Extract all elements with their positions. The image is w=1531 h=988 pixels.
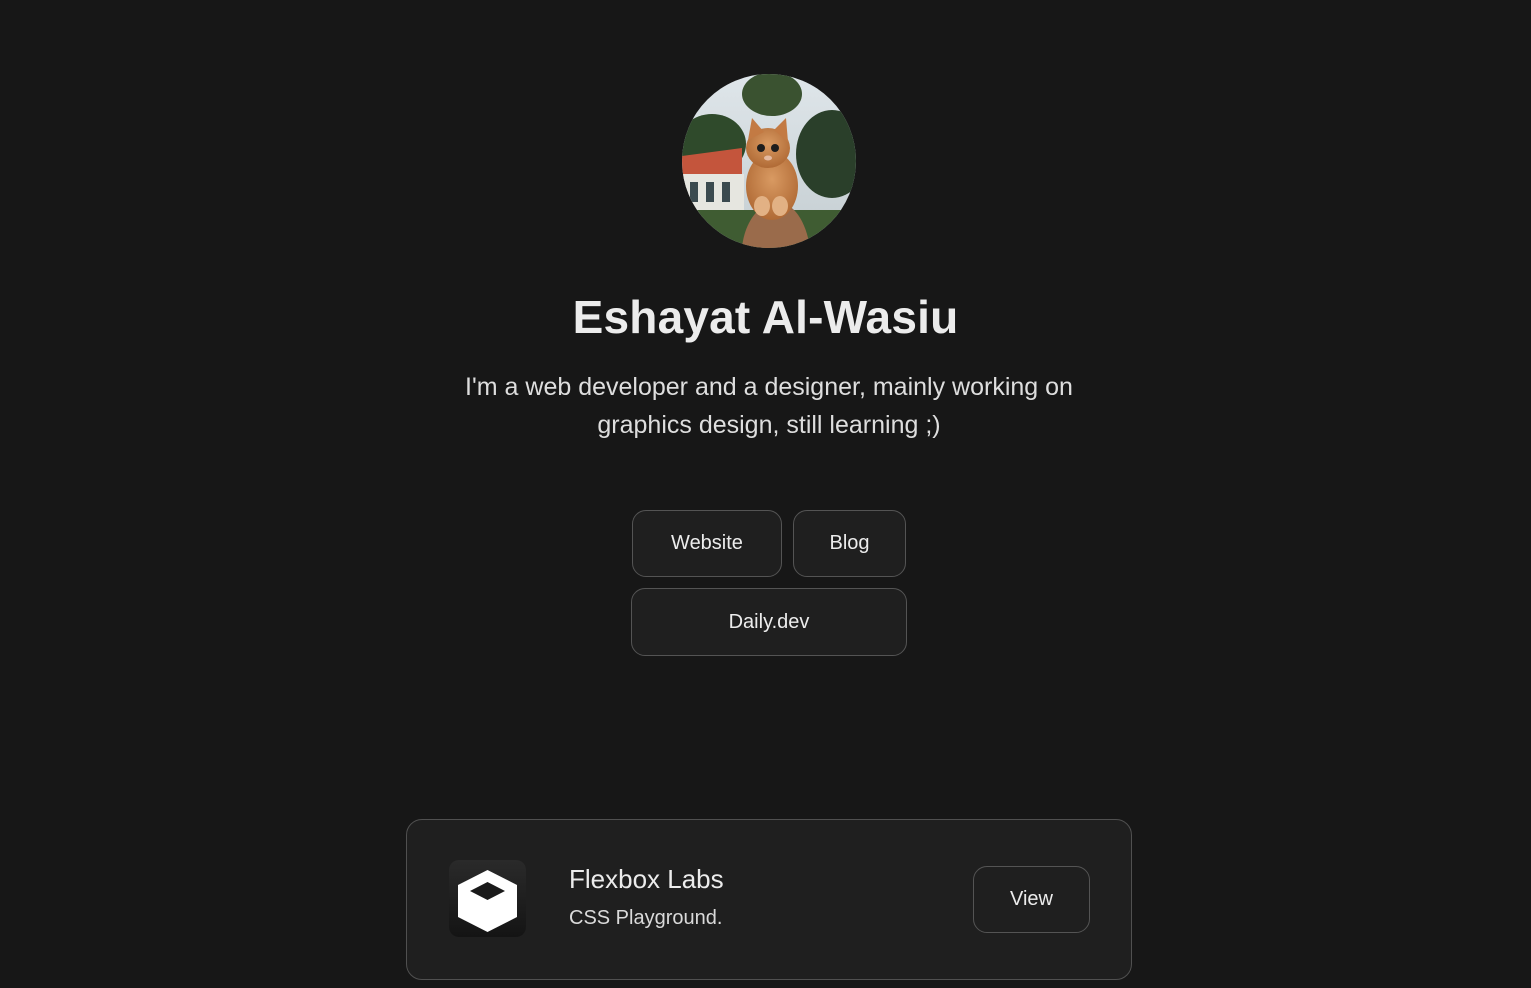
website-link-label: Website <box>671 532 743 554</box>
profile-page: Eshayat Al-Wasiu I'm a web developer and… <box>0 0 1531 988</box>
profile-name: Eshayat Al-Wasiu <box>572 291 959 343</box>
avatar <box>682 74 856 248</box>
blog-link-label: Blog <box>829 532 870 554</box>
cat-photo-avatar <box>682 74 856 248</box>
cube-icon <box>449 860 526 937</box>
daily-dev-link-label: Daily.dev <box>728 610 810 633</box>
website-link-button[interactable]: Website <box>632 510 782 577</box>
blog-link-button[interactable]: Blog <box>793 510 906 577</box>
project-card: Flexbox Labs CSS Playground. View <box>406 819 1132 980</box>
project-title: Flexbox Labs <box>569 864 724 894</box>
view-project-button[interactable]: View <box>973 866 1090 933</box>
daily-dev-link-button[interactable]: Daily.dev <box>631 588 907 656</box>
profile-bio: I'm a web developer and a designer, main… <box>465 373 1073 439</box>
view-project-label: View <box>1010 888 1053 910</box>
project-subtitle: CSS Playground. <box>569 907 723 929</box>
